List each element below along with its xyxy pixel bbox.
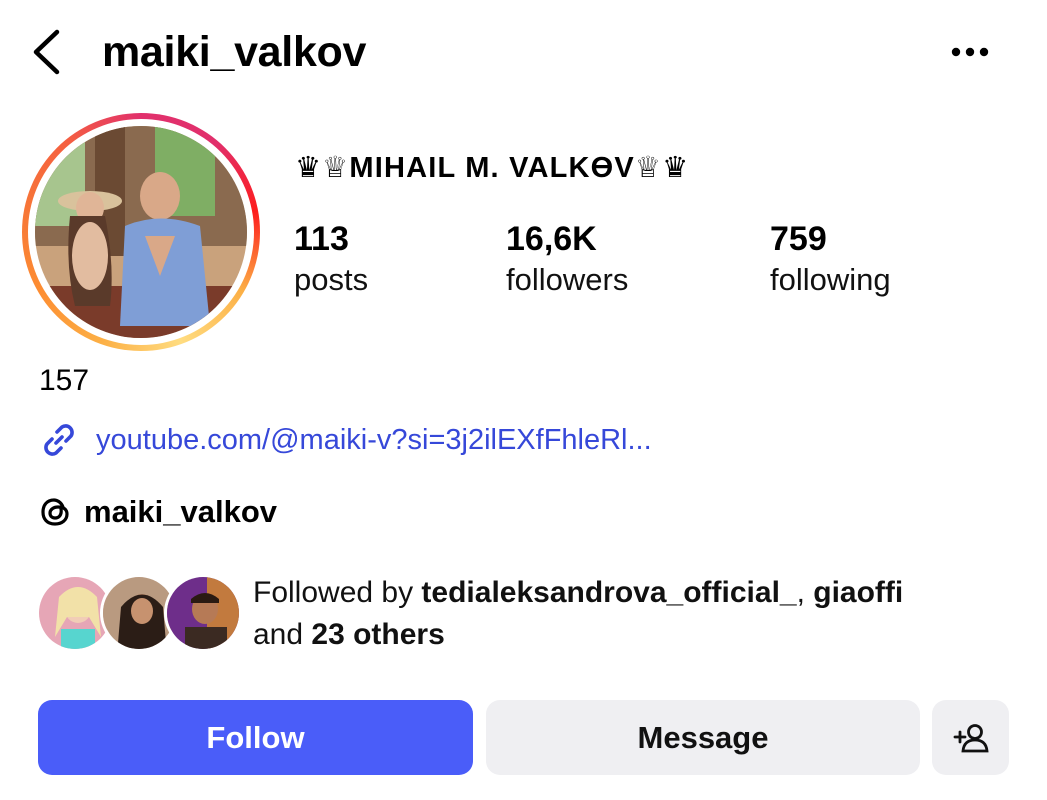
- more-options-button[interactable]: [944, 32, 996, 72]
- posts-count: 113: [294, 220, 349, 258]
- followed-by-and: and: [253, 618, 312, 651]
- followed-by-separator: ,: [796, 576, 814, 609]
- profile-display-name: ♛♕MIHAIL M. VALKӨV♕♛: [295, 152, 690, 184]
- profile-username-title: maiki_valkov: [102, 28, 367, 76]
- profile-avatar: [35, 126, 247, 338]
- posts-label: posts: [294, 262, 369, 297]
- mutual-others-count[interactable]: 23 others: [311, 618, 444, 651]
- stat-followers[interactable]: 16,6K followers: [506, 218, 628, 300]
- chevron-left-icon: [33, 29, 60, 75]
- followed-by-text[interactable]: Followed by tedialeksandrova_official_, …: [253, 572, 1013, 656]
- followed-by-prefix: Followed by: [253, 576, 422, 609]
- back-button[interactable]: [26, 26, 70, 78]
- add-person-icon: [953, 723, 989, 752]
- follow-button[interactable]: Follow: [38, 700, 473, 775]
- stat-following[interactable]: 759 following: [770, 218, 891, 300]
- threads-handle: maiki_valkov: [84, 494, 278, 529]
- following-label: following: [770, 262, 891, 297]
- mutual-follower-avatar: [164, 574, 242, 652]
- threads-icon: [41, 498, 69, 526]
- profile-link[interactable]: youtube.com/@maiki-v?si=3j2ilEXfFhleRl..…: [38, 418, 652, 462]
- avatar-photo: [35, 126, 247, 338]
- suggested-users-button[interactable]: [932, 700, 1009, 775]
- message-button[interactable]: Message: [486, 700, 920, 775]
- link-icon: [44, 424, 74, 456]
- bio-text: 157: [39, 364, 90, 397]
- mutual-user-1[interactable]: tedialeksandrova_official_: [421, 576, 796, 609]
- mutual-user-2[interactable]: giaoffi: [813, 576, 903, 609]
- mutual-followers-avatars[interactable]: [36, 574, 242, 654]
- stat-posts[interactable]: 113 posts: [294, 218, 368, 300]
- followers-count: 16,6K: [506, 220, 597, 258]
- followers-label: followers: [506, 262, 629, 297]
- threads-badge[interactable]: maiki_valkov: [38, 490, 277, 534]
- profile-avatar-story-ring[interactable]: [22, 113, 260, 351]
- profile-header: maiki_valkov: [0, 0, 1047, 110]
- following-count: 759: [770, 220, 827, 258]
- ellipsis-horizontal-icon: [951, 47, 989, 57]
- link-text: youtube.com/@maiki-v?si=3j2ilEXfFhleRl..…: [96, 423, 652, 456]
